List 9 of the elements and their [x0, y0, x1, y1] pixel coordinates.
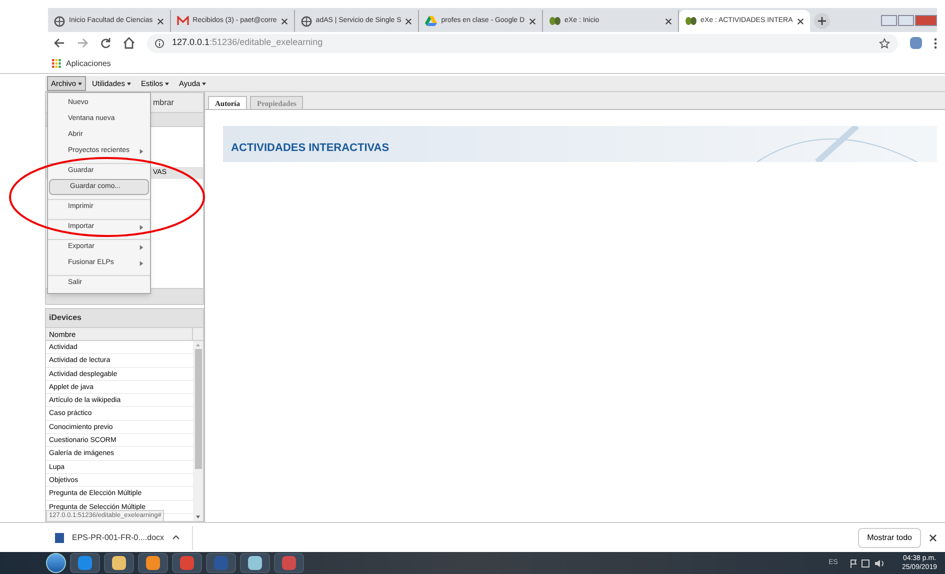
bookmark-link[interactable]: Aplicaciones — [66, 58, 111, 70]
show-all-button[interactable]: Mostrar todo — [858, 528, 921, 548]
panel-header: iDevices — [46, 309, 203, 327]
url-text: 127.0.0.1:51236/editable_exelearning — [172, 36, 323, 50]
file-name: EPS-PR-001-FR-0....docx — [72, 532, 164, 544]
toolbar-label: mbrar — [153, 96, 174, 108]
download-item[interactable]: EPS-PR-001-FR-0....docx — [55, 526, 194, 550]
address-field[interactable]: 127.0.0.1:51236/editable_exelearning — [147, 34, 898, 52]
page-title: ACTIVIDADES INTERACTIVAS — [231, 140, 390, 156]
